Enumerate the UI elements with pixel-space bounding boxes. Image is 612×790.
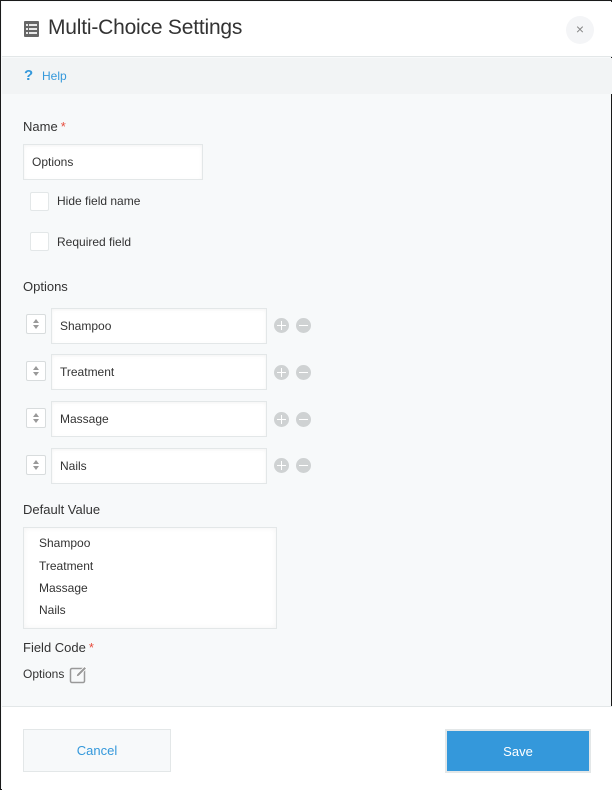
option-input[interactable]: Treatment	[51, 354, 267, 390]
dialog-header: Multi-Choice Settings ×	[2, 2, 612, 57]
drag-handle-icon[interactable]	[26, 455, 46, 475]
listbox-option[interactable]: Massage	[39, 581, 88, 595]
listbox-option[interactable]: Shampoo	[39, 536, 90, 550]
help-bar: ? Help	[2, 58, 612, 94]
options-label: Options	[23, 279, 68, 294]
remove-option-icon[interactable]	[296, 365, 311, 380]
edit-pencil-icon[interactable]	[69, 665, 88, 684]
multi-choice-settings-dialog: Multi-Choice Settings × ? Help Name * Opt…	[0, 0, 612, 790]
default-value-listbox[interactable]: Shampoo Treatment Massage Nails	[23, 527, 277, 629]
drag-handle-icon[interactable]	[26, 314, 46, 334]
field-code-label: Field Code *	[23, 640, 94, 655]
listbox-option[interactable]: Treatment	[39, 559, 93, 573]
required-asterisk: *	[60, 119, 66, 134]
dialog-footer: Cancel Save	[2, 706, 612, 790]
cancel-button[interactable]: Cancel	[23, 729, 171, 772]
required-field-checkbox[interactable]	[30, 232, 49, 251]
remove-option-icon[interactable]	[296, 412, 311, 427]
drag-handle-icon[interactable]	[26, 408, 46, 428]
add-option-icon[interactable]	[274, 365, 289, 380]
save-button[interactable]: Save	[445, 729, 591, 773]
option-input[interactable]: Shampoo	[51, 308, 267, 344]
hide-field-name-checkbox[interactable]	[30, 192, 49, 211]
option-input-value: Nails	[60, 459, 87, 473]
listbox-option[interactable]: Nails	[39, 603, 66, 617]
close-button[interactable]: ×	[566, 16, 594, 44]
add-option-icon[interactable]	[274, 412, 289, 427]
option-input-value: Shampoo	[60, 319, 112, 333]
field-code-value: Options	[23, 667, 65, 681]
option-input[interactable]: Nails	[51, 448, 267, 484]
name-input[interactable]: Options	[23, 144, 203, 180]
dialog-title: Multi-Choice Settings	[48, 16, 243, 39]
option-input[interactable]: Massage	[51, 401, 267, 437]
remove-option-icon[interactable]	[296, 458, 311, 473]
name-label: Name *	[23, 119, 66, 134]
drag-handle-icon[interactable]	[26, 361, 46, 381]
field-code-label-text: Field Code	[23, 640, 86, 655]
name-input-value: Options	[32, 155, 74, 169]
add-option-icon[interactable]	[274, 318, 289, 333]
close-icon: ×	[575, 21, 585, 37]
option-input-value: Massage	[60, 412, 109, 426]
form-list-icon	[24, 21, 39, 37]
hide-field-name-label[interactable]: Hide field name	[57, 194, 140, 208]
required-field-label[interactable]: Required field	[57, 235, 131, 249]
default-value-label: Default Value	[23, 502, 101, 517]
question-mark-icon: ?	[24, 67, 34, 84]
required-asterisk: *	[88, 640, 94, 655]
add-option-icon[interactable]	[274, 458, 289, 473]
name-label-text: Name	[23, 119, 58, 134]
option-input-value: Treatment	[60, 365, 115, 379]
remove-option-icon[interactable]	[296, 318, 311, 333]
help-link[interactable]: Help	[42, 69, 67, 83]
